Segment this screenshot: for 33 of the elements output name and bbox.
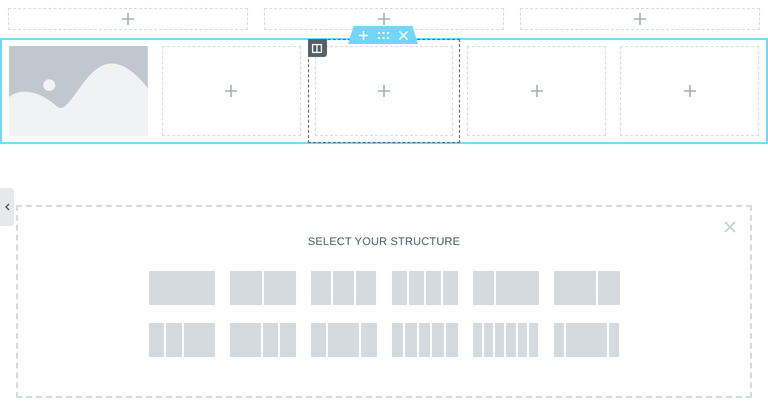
add-icon [122,13,134,25]
column-handle[interactable] [308,39,327,57]
add-icon [684,85,696,97]
chevron-left-icon [4,203,10,211]
structure-option[interactable] [472,271,538,305]
structure-option[interactable] [310,323,376,357]
column[interactable] [308,39,460,143]
empty-column[interactable] [467,46,606,136]
add-icon [225,85,238,97]
empty-column[interactable] [8,8,248,30]
add-icon [378,13,390,25]
panel-toggle[interactable] [0,188,14,226]
structure-option[interactable] [554,271,620,305]
picker-title: SELECT YOUR STRUCTURE [308,236,460,248]
empty-column[interactable] [162,46,301,136]
structure-option[interactable] [310,271,376,305]
add-icon [634,13,646,25]
structure-option[interactable] [148,323,214,357]
empty-column[interactable] [620,46,759,136]
columns-icon [312,44,322,52]
structure-option[interactable] [554,323,620,357]
structure-option[interactable] [230,271,296,305]
add-icon [378,85,390,97]
structure-option[interactable] [392,323,458,357]
structure-option[interactable] [392,271,458,305]
structure-option[interactable] [472,323,538,357]
drag-handle-icon[interactable] [378,32,388,38]
add-icon [530,85,543,97]
empty-column[interactable] [520,8,760,30]
structure-option[interactable] [148,271,214,305]
add-icon[interactable] [358,30,368,40]
structure-option[interactable] [230,323,296,357]
close-icon[interactable] [724,221,736,233]
